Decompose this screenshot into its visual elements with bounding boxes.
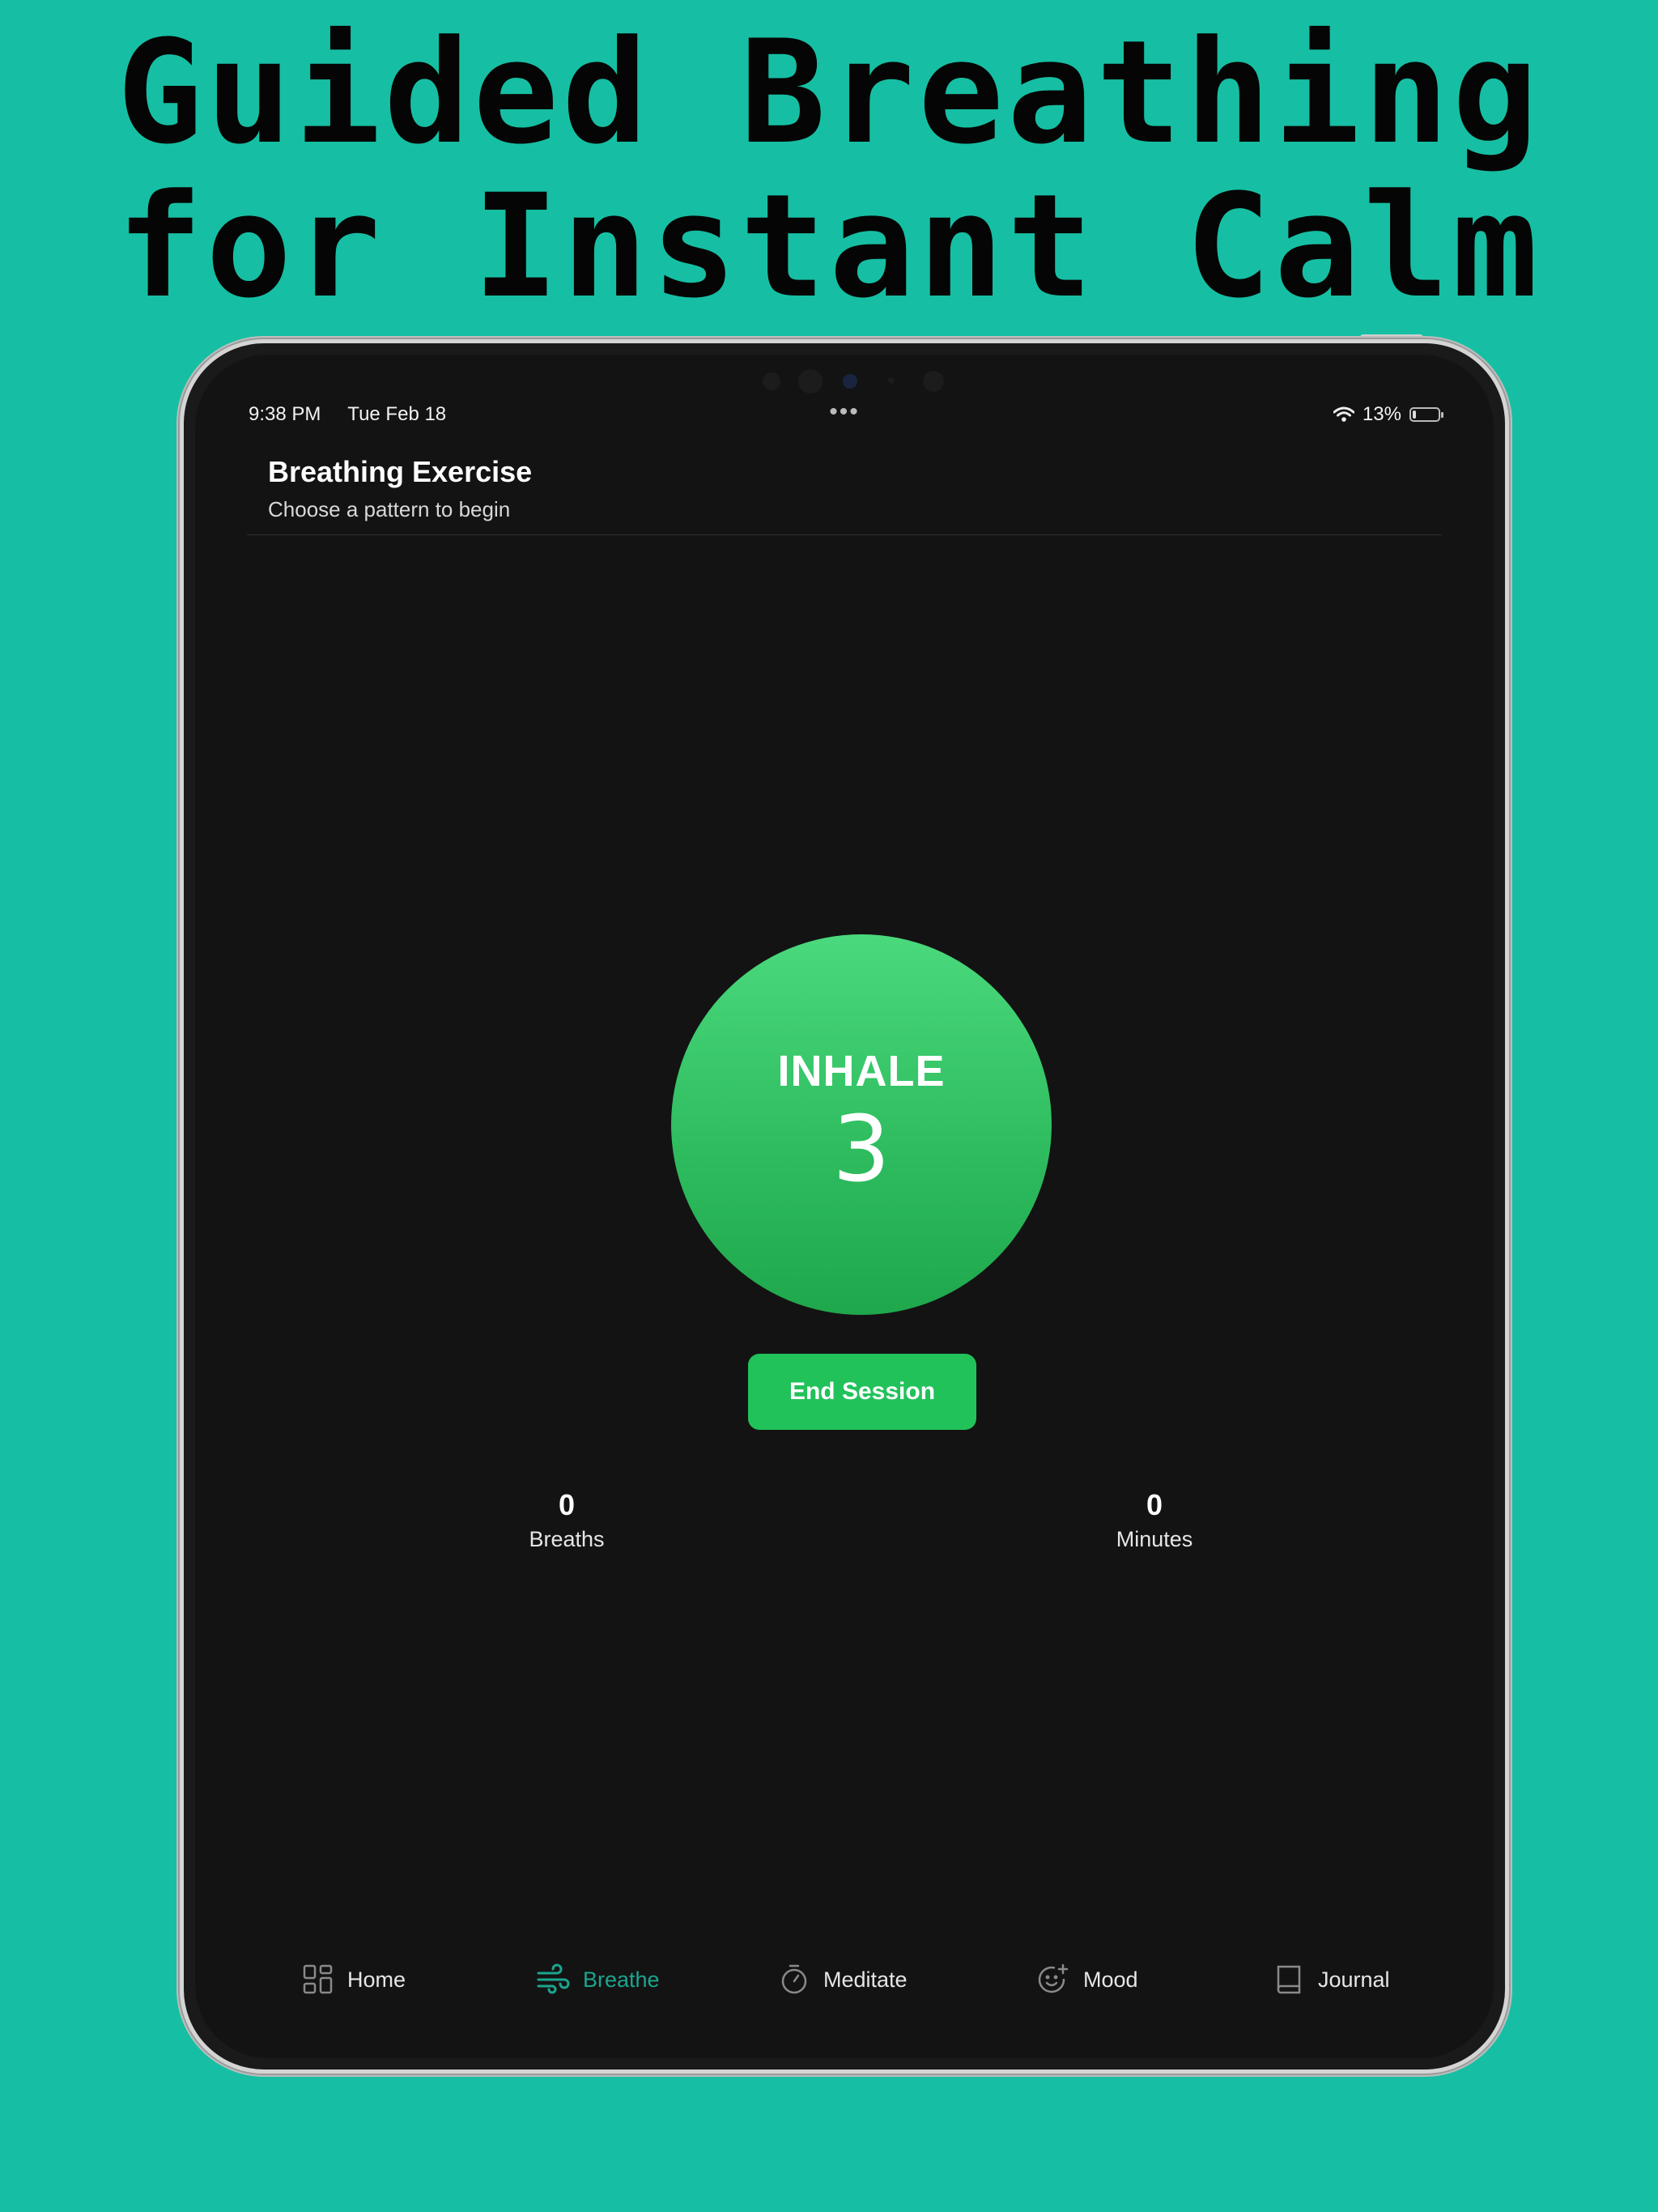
header-divider bbox=[247, 534, 1442, 535]
app-screen: 9:38 PM Tue Feb 18 ••• 13% Breathing Exe… bbox=[195, 355, 1494, 2058]
stat-minutes: 0 Minutes bbox=[1065, 1488, 1244, 1552]
grid-icon bbox=[303, 1964, 333, 1994]
status-time-date: 9:38 PM Tue Feb 18 bbox=[249, 403, 446, 426]
tab-label: Mood bbox=[1083, 1967, 1138, 1992]
status-time: 9:38 PM bbox=[249, 403, 321, 425]
page-title: Breathing Exercise bbox=[268, 455, 533, 488]
camera-dot bbox=[923, 371, 944, 392]
tab-label: Meditate bbox=[823, 1967, 908, 1992]
wifi-icon bbox=[1333, 406, 1354, 422]
battery-percent: 13% bbox=[1362, 403, 1401, 425]
tab-label: Home bbox=[347, 1967, 406, 1992]
stat-value: 0 bbox=[1146, 1488, 1163, 1521]
tab-mood[interactable]: Mood bbox=[1036, 1963, 1138, 1996]
stat-value: 0 bbox=[558, 1488, 576, 1521]
breath-phase-label: INHALE bbox=[777, 1047, 946, 1095]
multitasking-dots[interactable]: ••• bbox=[829, 398, 860, 426]
tab-label: Breathe bbox=[583, 1967, 660, 1992]
tab-meditate[interactable]: Meditate bbox=[778, 1963, 908, 1996]
camera-dot bbox=[763, 372, 780, 390]
breathing-circle: INHALE 3 bbox=[671, 934, 1052, 1315]
stat-label: Breaths bbox=[529, 1527, 605, 1551]
status-bar: 9:38 PM Tue Feb 18 ••• 13% bbox=[195, 398, 1494, 432]
page-subtitle: Choose a pattern to begin bbox=[268, 497, 511, 521]
end-session-button[interactable]: End Session bbox=[748, 1354, 976, 1430]
headline-line-2: for Instant Calm bbox=[117, 164, 1541, 330]
breath-countdown: 3 bbox=[832, 1097, 891, 1202]
stat-breaths: 0 Breaths bbox=[478, 1488, 656, 1552]
ipad-frame: 9:38 PM Tue Feb 18 ••• 13% Breathing Exe… bbox=[180, 339, 1509, 2074]
status-date: Tue Feb 18 bbox=[347, 403, 447, 425]
tab-home[interactable]: Home bbox=[302, 1963, 406, 1996]
timer-icon bbox=[781, 1964, 807, 1994]
tab-journal[interactable]: Journal bbox=[1273, 1963, 1390, 1996]
status-right: 13% bbox=[1333, 403, 1443, 426]
marketing-headline: Guided Breathing for Instant Calm bbox=[0, 16, 1658, 324]
camera-dot bbox=[888, 377, 895, 384]
stat-label: Minutes bbox=[1116, 1527, 1193, 1551]
wind-icon bbox=[537, 1963, 570, 1994]
camera-lens bbox=[843, 374, 857, 389]
book-icon bbox=[1277, 1965, 1301, 1994]
tab-label: Journal bbox=[1318, 1967, 1390, 1992]
page-header: Breathing Exercise Choose a pattern to b… bbox=[268, 455, 532, 522]
battery-icon bbox=[1409, 407, 1443, 422]
camera-dot bbox=[798, 369, 823, 393]
smile-plus-icon bbox=[1038, 1963, 1069, 1993]
tab-bar: Home Breathe Meditate Mood Journal bbox=[195, 1963, 1494, 2012]
headline-line-1: Guided Breathing bbox=[117, 10, 1541, 176]
tab-breathe[interactable]: Breathe bbox=[536, 1963, 660, 1996]
